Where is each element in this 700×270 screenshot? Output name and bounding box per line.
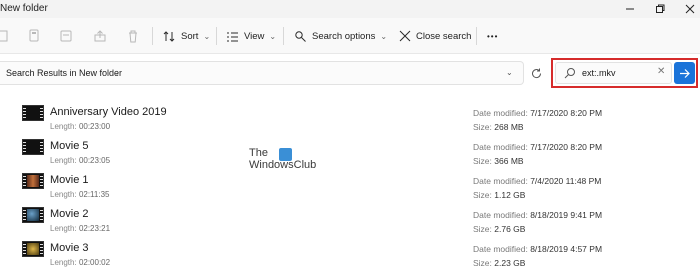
file-name: Movie 1: [50, 174, 89, 186]
copy-button[interactable]: [24, 26, 44, 46]
file-size: Size: 366 MB: [473, 156, 524, 166]
file-length: Length: 02:11:35: [50, 190, 110, 199]
video-thumbnail: [22, 241, 44, 257]
file-length: Length: 02:23:21: [50, 224, 111, 233]
share-icon: [94, 30, 106, 42]
close-window-button[interactable]: [670, 0, 700, 18]
file-length: Length: 02:00:02: [50, 258, 111, 267]
file-length: Length: 00:23:05: [50, 156, 111, 165]
sort-button[interactable]: Sort ⌄: [163, 26, 210, 46]
file-length: Length: 00:23:00: [50, 122, 111, 131]
video-thumbnail: [22, 105, 44, 121]
refresh-icon: [531, 68, 541, 78]
sort-icon: [163, 30, 175, 42]
arrow-right-icon: [680, 68, 690, 78]
toolbar-divider: [216, 27, 217, 45]
view-label: View: [244, 30, 265, 42]
file-size: Size: 2.23 GB: [473, 258, 526, 268]
cut-icon: [0, 30, 8, 42]
close-search-label: Close search: [416, 30, 472, 42]
view-icon: [227, 32, 238, 41]
more-icon: •••: [487, 31, 499, 41]
file-size: Size: 2.76 GB: [473, 224, 526, 234]
search-submit-button[interactable]: [674, 62, 695, 84]
cut-button[interactable]: [0, 26, 12, 46]
paste-icon: [60, 30, 72, 42]
clear-search-icon[interactable]: ✕: [657, 66, 665, 77]
chevron-down-icon: ⌄: [203, 31, 211, 41]
delete-button[interactable]: [123, 26, 143, 46]
file-name: Movie 3: [50, 242, 89, 254]
file-date-modified: Date modified: 7/17/2020 8:20 PM: [473, 108, 603, 118]
chevron-down-icon[interactable]: ⌄: [506, 68, 513, 77]
watermark-logo: The WindowsClub: [249, 147, 329, 177]
list-item[interactable]: Movie 3 Length: 02:00:02 Date modified: …: [0, 234, 700, 268]
video-thumbnail: [22, 173, 44, 189]
list-item[interactable]: Anniversary Video 2019 Length: 00:23:00 …: [0, 98, 700, 132]
share-button[interactable]: [90, 26, 110, 46]
window-title: New folder: [0, 3, 48, 14]
search-options-icon: [295, 30, 306, 42]
chevron-down-icon: ⌄: [380, 31, 388, 41]
file-name: Movie 5: [50, 140, 89, 152]
file-name: Anniversary Video 2019: [50, 106, 167, 118]
toolbar-divider: [152, 27, 153, 45]
file-date-modified: Date modified: 8/18/2019 9:41 PM: [473, 210, 603, 220]
restore-icon: [656, 4, 665, 13]
address-path: Search Results in New folder: [6, 68, 123, 78]
toolbar-divider: [283, 27, 284, 45]
search-options-button[interactable]: Search options ⌄: [294, 26, 387, 46]
search-icon: [564, 68, 575, 79]
search-input[interactable]: ext:.mkv ✕: [555, 62, 672, 84]
view-button[interactable]: View ⌄: [226, 26, 276, 46]
toolbar-divider: [476, 27, 477, 45]
list-item[interactable]: Movie 2 Length: 02:23:21 Date modified: …: [0, 200, 700, 234]
watermark-line2: WindowsClub: [249, 159, 317, 171]
file-size: Size: 1.12 GB: [473, 190, 526, 200]
file-size: Size: 268 MB: [473, 122, 524, 132]
chevron-right-icon: ›: [116, 67, 119, 77]
paste-button[interactable]: [56, 26, 76, 46]
search-options-label: Search options: [312, 30, 376, 42]
file-date-modified: Date modified: 7/4/2020 11:48 PM: [473, 176, 602, 186]
watermark-line1: The: [249, 147, 268, 159]
close-search-button[interactable]: Close search: [399, 26, 471, 46]
close-icon: [685, 4, 695, 14]
video-thumbnail: [22, 207, 44, 223]
file-date-modified: Date modified: 7/17/2020 8:20 PM: [473, 142, 603, 152]
copy-icon: [29, 29, 39, 42]
search-query: ext:.mkv: [582, 68, 616, 78]
chevron-down-icon: ⌄: [269, 31, 277, 41]
list-item[interactable]: Movie 5 Length: 00:23:05 Date modified: …: [0, 132, 700, 166]
command-bar: Sort ⌄ View ⌄ Search options ⌄ Close sea…: [0, 18, 700, 54]
search-results-list: Anniversary Video 2019 Length: 00:23:00 …: [0, 92, 700, 270]
title-bar: New folder: [0, 0, 700, 18]
address-bar[interactable]: Search Results in New folder › ⌄: [0, 61, 524, 85]
sort-label: Sort: [181, 30, 199, 42]
minimize-icon: [626, 8, 634, 10]
close-icon: [399, 30, 411, 42]
trash-icon: [129, 30, 137, 43]
file-date-modified: Date modified: 8/18/2019 4:57 PM: [473, 244, 603, 254]
refresh-button[interactable]: [528, 61, 544, 85]
more-options-button[interactable]: •••: [487, 26, 498, 46]
file-name: Movie 2: [50, 208, 89, 220]
video-thumbnail: [22, 139, 44, 155]
list-item[interactable]: Movie 1 Length: 02:11:35 Date modified: …: [0, 166, 700, 200]
